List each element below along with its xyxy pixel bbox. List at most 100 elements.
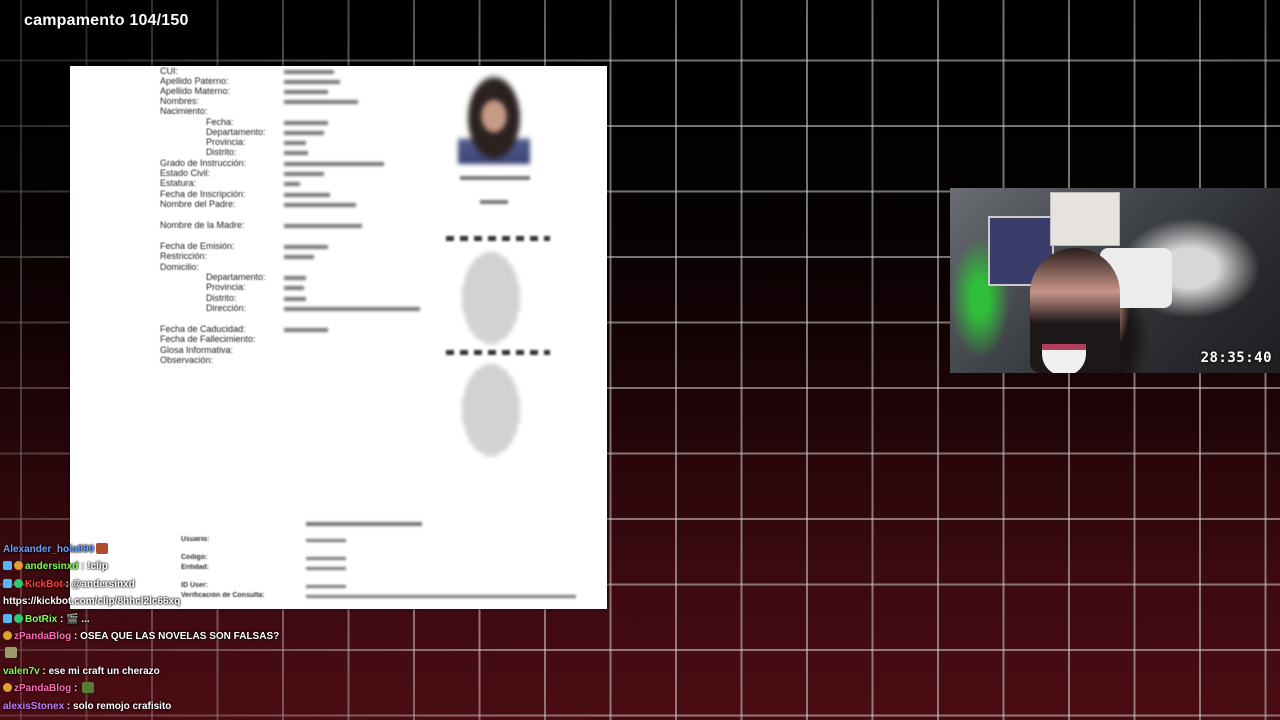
chat-text: : !clip — [78, 561, 108, 573]
chat-username[interactable]: Alexander_hola890 — [3, 544, 94, 555]
redacted-value — [284, 276, 306, 280]
field-label: CUI: — [160, 66, 178, 76]
field-label: Glosa Informativa: — [160, 345, 234, 355]
chat-text: https://kickbot.com/clip/8hhcl2lc66xq — [3, 596, 181, 608]
og-badge-icon — [14, 561, 23, 571]
redacted-value — [284, 162, 384, 166]
fingerprint-icon — [462, 364, 520, 456]
field-label: Apellido Paterno: — [160, 76, 229, 86]
redacted-value — [284, 172, 324, 176]
redacted-value — [284, 328, 328, 332]
og-badge-icon — [3, 631, 12, 641]
bowl — [1042, 344, 1086, 373]
chat-overlay: Alexander_hola890 andersinxd : !clip KickB… — [3, 541, 303, 715]
field-label: Distrito: — [206, 293, 237, 303]
field-label: Fecha: — [206, 117, 234, 127]
redacted-value — [284, 131, 324, 135]
redacted-value — [306, 595, 576, 598]
chat-username[interactable]: alexisStonex — [3, 701, 64, 712]
emote-icon — [96, 543, 109, 554]
photo-caption — [460, 176, 530, 180]
chat-message: KickBot : @andersinxd — [3, 576, 303, 593]
chat-text: : 🎬 ... — [57, 613, 90, 625]
chat-username[interactable]: zPandaBlog — [14, 683, 71, 694]
kick-badge-icon — [3, 561, 12, 571]
field-label: Nombre de la Madre: — [160, 220, 245, 230]
fingerprint-icon — [462, 252, 520, 344]
chat-text: : — [71, 683, 81, 695]
chat-message: andersinxd : !clip — [3, 558, 303, 575]
field-label: Departamento: — [206, 127, 266, 137]
chat-text: : @andersinxd — [62, 578, 135, 590]
field-label: Provincia: — [206, 137, 246, 147]
redacted-number — [446, 236, 550, 241]
field-label: Dirección: — [206, 303, 247, 313]
chat-message: BotRix : 🎬 ... — [3, 611, 303, 628]
chat-message: alexisStonex : solo remojo crafisito — [3, 698, 303, 715]
redacted-line — [306, 522, 422, 526]
field-label: Fecha de Inscripción: — [160, 189, 246, 199]
id-photo — [458, 72, 530, 164]
chat-message: zPandaBlog : — [3, 680, 303, 697]
field-label: Nacimiento: — [160, 106, 208, 116]
redacted-value — [284, 80, 340, 84]
field-label: Apellido Materno: — [160, 86, 231, 96]
redacted-value — [284, 245, 328, 249]
field-label: Provincia: — [206, 282, 246, 292]
webcam-feed: 28:35:40 — [950, 188, 1280, 373]
redacted-value — [284, 141, 306, 145]
redacted-number — [446, 350, 550, 355]
chat-username[interactable]: BotRix — [25, 614, 57, 625]
ok-badge-icon — [14, 578, 23, 588]
redacted-value — [284, 182, 300, 186]
field-label: Observación: — [160, 355, 214, 365]
field-label: Domicilio: — [160, 262, 200, 272]
redacted-value — [284, 70, 334, 74]
field-label: Fecha de Fallecimiento: — [160, 334, 256, 344]
redacted-value — [306, 557, 346, 560]
redacted-value — [284, 203, 356, 207]
chat-message: Alexander_hola890 — [3, 541, 303, 558]
chat-message — [3, 645, 303, 662]
document-screenshot: CUI: Apellido Paterno: Apellido Materno: No… — [70, 66, 607, 609]
redacted-value — [284, 100, 358, 104]
redacted-value — [284, 307, 420, 311]
field-label: Departamento: — [206, 272, 266, 282]
field-label: Estado Civil: — [160, 168, 211, 178]
redacted-value — [284, 90, 328, 94]
field-label: Restricción: — [160, 251, 208, 261]
chat-username[interactable]: andersinxd — [25, 561, 78, 572]
chat-text: : OSEA QUE LAS NOVELAS SON FALSAS? — [71, 631, 280, 643]
kick-badge-icon — [3, 613, 12, 623]
redacted-value — [306, 585, 346, 588]
chat-username[interactable]: valen7v — [3, 666, 40, 677]
uptime-timer: 28:35:40 — [1200, 350, 1272, 366]
field-label: Fecha de Caducidad: — [160, 324, 246, 334]
ok-badge-icon — [14, 613, 23, 623]
redacted-value — [284, 297, 306, 301]
chat-username[interactable]: zPandaBlog — [14, 631, 71, 642]
field-label: Fecha de Emisión: — [160, 241, 235, 251]
redacted-value — [284, 151, 308, 155]
field-label: Distrito: — [206, 147, 237, 157]
chat-message: valen7v : ese mi craft un cherazo — [3, 663, 303, 680]
shelf — [1050, 192, 1120, 246]
redacted-value — [284, 224, 362, 228]
redacted-value — [284, 255, 314, 259]
field-label: Nombres: — [160, 96, 200, 106]
field-label: Estatura: — [160, 178, 197, 188]
og-badge-icon — [3, 683, 12, 693]
emote-icon — [82, 682, 95, 694]
chat-username[interactable]: KickBot — [25, 579, 63, 590]
chat-text: : solo remojo crafisito — [64, 700, 172, 712]
redacted-value — [284, 121, 328, 125]
chat-text: : ese mi craft un cherazo — [39, 665, 160, 677]
photo-subcaption — [480, 200, 508, 204]
redacted-value — [306, 567, 346, 570]
field-label: Grado de Instrucción: — [160, 158, 247, 168]
redacted-value — [284, 286, 304, 290]
chat-message: https://kickbot.com/clip/8hhcl2lc66xq — [3, 593, 303, 610]
redacted-value — [284, 193, 330, 197]
field-label: Nombre del Padre: — [160, 199, 236, 209]
kick-badge-icon — [3, 578, 12, 588]
